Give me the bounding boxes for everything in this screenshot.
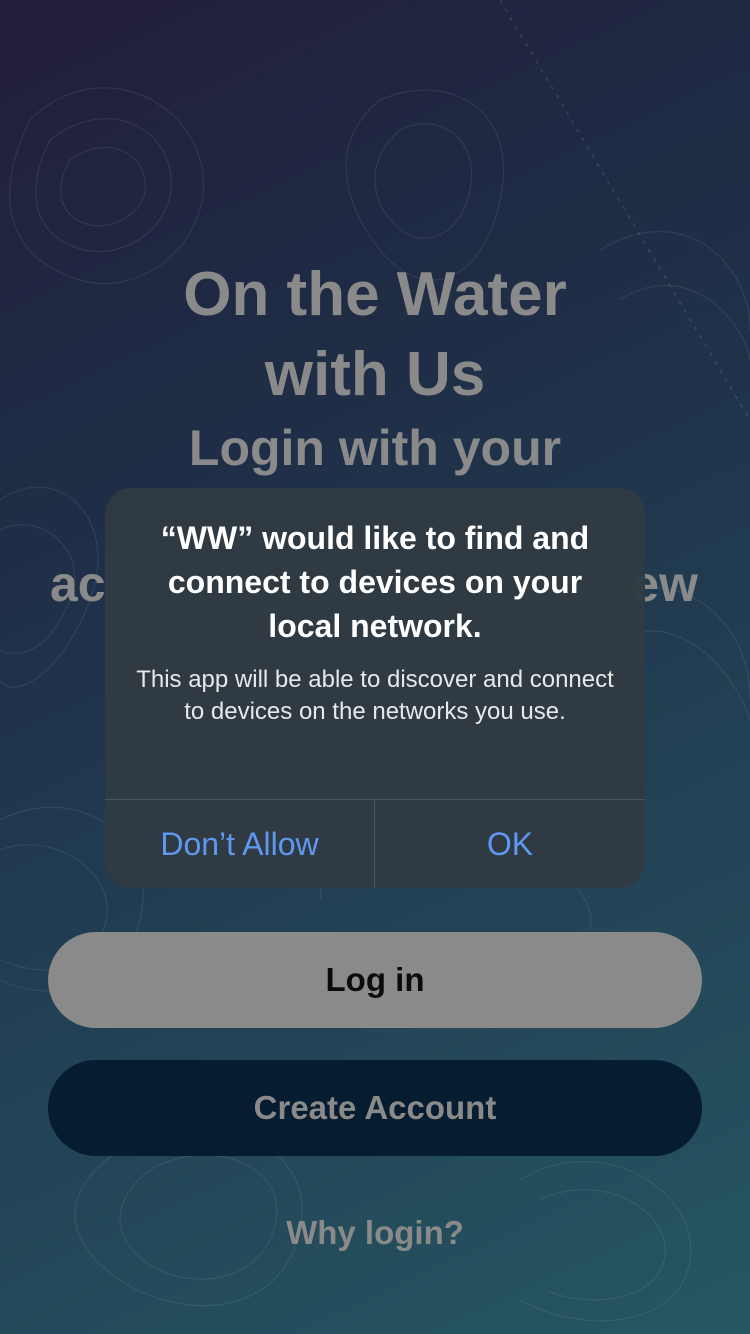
login-screen: On the Water with Us Login with your ac … xyxy=(0,0,750,1334)
page-subtitle: Login with your xyxy=(188,420,562,476)
page-title-line2: with Us xyxy=(264,340,486,409)
create-account-button[interactable]: Create Account xyxy=(48,1060,702,1156)
ok-button[interactable]: OK xyxy=(375,800,645,888)
page-title-line1: On the Water xyxy=(183,260,567,329)
alert-message: This app will be able to discover and co… xyxy=(136,666,614,725)
dont-allow-button[interactable]: Don’t Allow xyxy=(105,800,375,888)
why-login-link[interactable]: Why login? xyxy=(0,1214,750,1252)
page-title: On the Water with Us xyxy=(0,255,750,415)
alert-title: “WW” would like to find and connect to d… xyxy=(160,520,590,644)
alert-actions: Don’t Allow OK xyxy=(105,799,645,888)
page-subtitle-fragment-left: ac xyxy=(50,556,106,612)
local-network-permission-alert: “WW” would like to find and connect to d… xyxy=(105,488,645,888)
login-button[interactable]: Log in xyxy=(48,932,702,1028)
